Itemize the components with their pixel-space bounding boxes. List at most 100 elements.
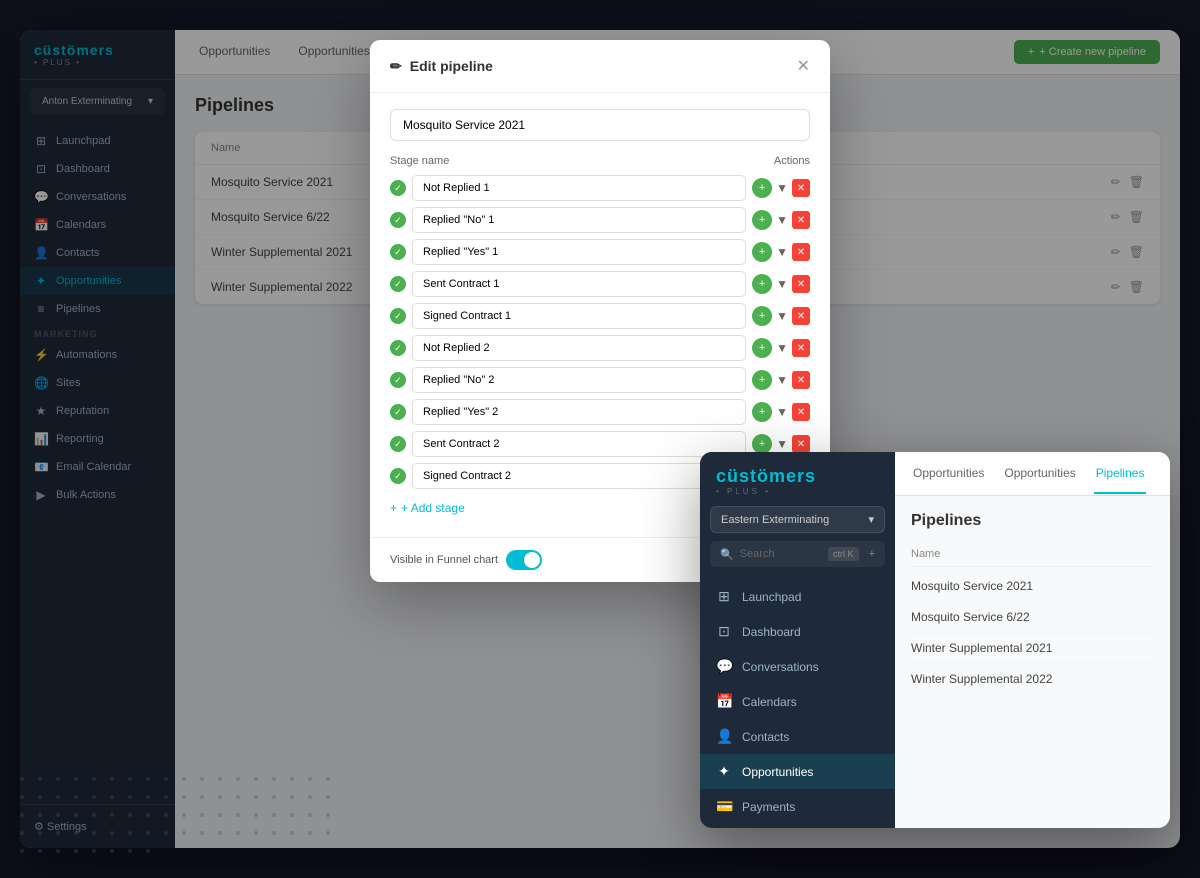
floating-nav-launchpad[interactable]: ⊞ Launchpad <box>700 579 895 614</box>
floating-content: Pipelines Name Mosquito Service 2021 Mos… <box>895 496 1170 828</box>
stage-actions: + ▼ ✕ <box>752 306 810 326</box>
stage-delete-button[interactable]: ✕ <box>792 275 810 293</box>
stage-add-button[interactable]: + <box>752 402 772 422</box>
stage-name-input[interactable] <box>412 463 746 489</box>
stage-name-input[interactable] <box>412 207 746 233</box>
floating-sidebar: cüstömers • PLUS • Eastern Exterminating… <box>700 452 895 828</box>
floating-tab-opportunities-1[interactable]: Opportunities <box>911 454 986 494</box>
opportunities-icon: ✦ <box>716 763 732 780</box>
conversations-icon: 💬 <box>716 658 732 675</box>
filter-icon[interactable]: ▼ <box>776 437 788 451</box>
nav-label: Conversations <box>742 660 819 674</box>
floating-table-row[interactable]: Winter Supplemental 2021 <box>911 633 1154 664</box>
stage-delete-button[interactable]: ✕ <box>792 339 810 357</box>
stage-add-button[interactable]: + <box>752 210 772 230</box>
stage-add-button[interactable]: + <box>752 434 772 454</box>
floating-nav-payments[interactable]: 💳 Payments <box>700 789 895 824</box>
floating-table-row[interactable]: Winter Supplemental 2022 <box>911 664 1154 694</box>
funnel-chart-toggle[interactable] <box>506 550 542 570</box>
stage-actions: + ▼ ✕ <box>752 210 810 230</box>
stage-check-icon <box>390 404 406 420</box>
pipeline-name: Winter Supplemental 2022 <box>911 672 1052 686</box>
floating-table-row[interactable]: Mosquito Service 6/22 <box>911 602 1154 633</box>
modal-close-button[interactable]: ✕ <box>797 56 810 76</box>
floating-header: Opportunities Opportunities Pipelines <box>895 452 1170 496</box>
stage-name-input[interactable] <box>412 431 746 457</box>
stage-add-button[interactable]: + <box>752 242 772 262</box>
stage-name-input[interactable] <box>412 399 746 425</box>
search-add-icon[interactable]: + <box>869 548 875 560</box>
nav-label: Calendars <box>742 695 797 709</box>
filter-icon[interactable]: ▼ <box>776 277 788 291</box>
stage-delete-button[interactable]: ✕ <box>792 243 810 261</box>
stage-check-icon <box>390 372 406 388</box>
stage-add-button[interactable]: + <box>752 370 772 390</box>
pipeline-name-input[interactable] <box>390 109 810 141</box>
stage-delete-button[interactable]: ✕ <box>792 371 810 389</box>
search-icon: 🔍 <box>720 548 734 561</box>
floating-table-row[interactable]: Mosquito Service 2021 <box>911 571 1154 602</box>
stage-actions: + ▼ ✕ <box>752 178 810 198</box>
plus-icon: + <box>390 501 397 515</box>
stage-delete-button[interactable]: ✕ <box>792 179 810 197</box>
stage-actions: + ▼ ✕ <box>752 402 810 422</box>
pipeline-name: Mosquito Service 2021 <box>911 579 1033 593</box>
funnel-label: Visible in Funnel chart <box>390 554 498 566</box>
funnel-chart-toggle-group: Visible in Funnel chart <box>390 550 542 570</box>
stage-name-input[interactable] <box>412 271 746 297</box>
stage-name-input[interactable] <box>412 335 746 361</box>
search-placeholder: Search <box>740 548 775 560</box>
stage-row: + ▼ ✕ <box>390 367 810 393</box>
filter-icon[interactable]: ▼ <box>776 341 788 355</box>
floating-company-selector[interactable]: Eastern Exterminating ▾ <box>710 506 885 533</box>
floating-nav-calendars[interactable]: 📅 Calendars <box>700 684 895 719</box>
filter-icon[interactable]: ▼ <box>776 213 788 227</box>
calendars-icon: 📅 <box>716 693 732 710</box>
stage-row: + ▼ ✕ <box>390 303 810 329</box>
edit-icon: ✏ <box>390 58 402 75</box>
floating-company-name: Eastern Exterminating <box>721 514 829 526</box>
floating-nav-contacts[interactable]: 👤 Contacts <box>700 719 895 754</box>
floating-nav-dashboard[interactable]: ⊡ Dashboard <box>700 614 895 649</box>
floating-tab-pipelines[interactable]: Pipelines <box>1094 454 1147 494</box>
stage-delete-button[interactable]: ✕ <box>792 435 810 453</box>
stage-name-input[interactable] <box>412 367 746 393</box>
stage-add-button[interactable]: + <box>752 178 772 198</box>
floating-search-bar[interactable]: 🔍 Search ctrl K + <box>710 541 885 567</box>
filter-icon[interactable]: ▼ <box>776 181 788 195</box>
stage-name-input[interactable] <box>412 175 746 201</box>
stage-actions: + ▼ ✕ <box>752 242 810 262</box>
stage-name-input[interactable] <box>412 303 746 329</box>
stage-row: + ▼ ✕ <box>390 335 810 361</box>
stage-delete-button[interactable]: ✕ <box>792 403 810 421</box>
filter-icon[interactable]: ▼ <box>776 245 788 259</box>
stage-row: + ▼ ✕ <box>390 399 810 425</box>
chevron-down-icon: ▾ <box>868 513 874 526</box>
floating-main-panel: Opportunities Opportunities Pipelines Pi… <box>895 452 1170 828</box>
filter-icon[interactable]: ▼ <box>776 309 788 323</box>
stage-add-button[interactable]: + <box>752 274 772 294</box>
stage-name-input[interactable] <box>412 239 746 265</box>
nav-label: Contacts <box>742 730 789 744</box>
stage-add-button[interactable]: + <box>752 338 772 358</box>
stage-add-button[interactable]: + <box>752 306 772 326</box>
stage-check-icon <box>390 340 406 356</box>
stage-delete-button[interactable]: ✕ <box>792 211 810 229</box>
filter-icon[interactable]: ▼ <box>776 373 788 387</box>
contacts-icon: 👤 <box>716 728 732 745</box>
stages-header: Stage name Actions <box>390 155 810 167</box>
filter-icon[interactable]: ▼ <box>776 405 788 419</box>
pipeline-name: Winter Supplemental 2021 <box>911 641 1052 655</box>
stage-delete-button[interactable]: ✕ <box>792 307 810 325</box>
floating-tab-opportunities-2[interactable]: Opportunities <box>1002 454 1077 494</box>
stage-check-icon <box>390 468 406 484</box>
floating-nav-opportunities[interactable]: ✦ Opportunities <box>700 754 895 789</box>
stage-row: + ▼ ✕ <box>390 175 810 201</box>
stage-check-icon <box>390 308 406 324</box>
stage-check-icon <box>390 180 406 196</box>
stage-actions: + ▼ ✕ <box>752 274 810 294</box>
floating-nav-conversations[interactable]: 💬 Conversations <box>700 649 895 684</box>
actions-col-header: Actions <box>774 155 810 167</box>
floating-logo-text: cüstömers <box>716 466 879 487</box>
stage-check-icon <box>390 276 406 292</box>
